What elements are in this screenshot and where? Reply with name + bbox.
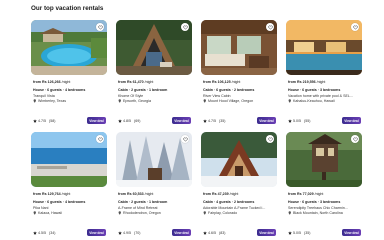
rental-rating: 4.8/5 (69) [118,119,140,123]
heart-icon [97,25,103,30]
view-deal-button[interactable]: View deal [342,229,361,236]
rental-rating: 5.0/5 (35) [288,231,310,235]
rental-specs: Cabin · 2 guests · 1 bedroom [118,88,168,92]
star-icon [33,119,37,123]
rental-photo[interactable] [286,20,362,75]
rental-photo[interactable] [31,20,107,75]
favorite-button[interactable] [266,23,274,31]
star-icon [118,231,122,235]
rental-rating: 4.5/5 (34) [33,231,55,235]
rental-photo[interactable] [201,20,277,75]
star-icon [288,119,292,123]
price-text: from Rs 61,470 /night [118,80,154,84]
pin-icon [118,211,121,215]
rental-photo[interactable] [116,20,192,75]
view-deal-button[interactable]: View deal [172,117,191,124]
price-text: from Rs 47,239 /night [203,192,239,196]
rental-name: Adorable Mountain A-Frame Tucked i... [203,206,266,210]
pin-icon [203,99,206,103]
pin-icon [33,211,36,215]
view-deal-button[interactable]: View deal [257,117,276,124]
price-text: from Rs 60,533 /night [118,192,154,196]
rental-name: Vacation home with private pool & SEL... [288,94,353,98]
rental-card[interactable]: from Rs 47,239 /night Cabin · 4 guests ·… [201,132,277,240]
view-deal-button[interactable]: View deal [87,229,106,236]
rental-photo[interactable] [286,132,362,187]
rental-card[interactable]: from Rs 219,556 /night House · 6 guests … [286,20,362,128]
price-text: from Rs 219,556 /night [288,80,326,84]
price-text: from Rs 129,764 /night [33,192,71,196]
pin-icon [33,99,36,103]
rental-grid: from Rs 126,266 /night House · 6 guests … [31,20,363,240]
pin-icon [203,211,206,215]
price-text: from Rs 126,266 /night [33,80,71,84]
heart-icon [352,25,358,30]
heart-icon [267,137,273,142]
rental-specs: House · 6 guests · 4 bedrooms [33,200,86,204]
rental-location: Wimberley, Texas [33,99,66,103]
rental-specs: Cabin · 2 guests · 1 bedroom [118,200,168,204]
rental-name: Serendipity Treehaus Chic Charmin... [288,206,348,210]
rental-location: Black Mountain, North Carolina [288,211,343,215]
heart-icon [267,25,273,30]
rental-rating: 4.7/5 (58) [33,119,55,123]
favorite-button[interactable] [181,23,189,31]
pin-icon [118,99,121,103]
star-icon [203,231,207,235]
favorite-button[interactable] [351,135,359,143]
heart-icon [352,137,358,142]
section-title: Our top vacation rentals [31,5,104,12]
rental-card[interactable]: from Rs 60,533 /night Cabin · 2 guests ·… [116,132,192,240]
rental-specs: House · 6 guests · 3 bedrooms [288,88,341,92]
rental-rating: 5.0/5 (55) [288,119,310,123]
rental-name: Tranquil Vista [33,94,55,98]
rental-card[interactable]: from Rs 129,764 /night House · 6 guests … [31,132,107,240]
rental-location: Mount Hood Village, Oregon [203,99,253,103]
favorite-button[interactable] [181,135,189,143]
rental-photo[interactable] [201,132,277,187]
view-deal-button[interactable]: View deal [87,117,106,124]
star-icon [288,231,292,235]
favorite-button[interactable] [96,23,104,31]
favorite-button[interactable] [266,135,274,143]
heart-icon [182,137,188,142]
heart-icon [97,137,103,142]
pin-icon [288,99,291,103]
rental-name: Khome Of Style [118,94,144,98]
view-deal-button[interactable]: View deal [257,229,276,236]
rental-card[interactable]: from Rs 77,029 /night House · 6 guests ·… [286,132,362,240]
star-icon [203,119,207,123]
rental-specs: House · 6 guests · 4 bedrooms [33,88,86,92]
rental-location: Fairplay, Colorado [203,211,237,215]
rental-rating: 4.7/5 (35) [203,119,225,123]
favorite-button[interactable] [351,23,359,31]
price-text: from Rs 106,125 /night [203,80,241,84]
star-icon [118,119,122,123]
favorite-button[interactable] [96,135,104,143]
rental-card[interactable]: from Rs 126,266 /night House · 6 guests … [31,20,107,128]
rental-specs: Cabin · 6 guests · 2 bedrooms [203,88,255,92]
view-deal-button[interactable]: View deal [172,229,191,236]
price-text: from Rs 77,029 /night [288,192,324,196]
rental-photo[interactable] [116,132,192,187]
rental-rating: 4.9/5 (70) [118,231,140,235]
rental-name: River View Cabin [203,94,231,98]
rental-card[interactable]: from Rs 106,125 /night Cabin · 6 guests … [201,20,277,128]
pin-icon [288,211,291,215]
rental-location: Rhododendron, Oregon [118,211,161,215]
rental-specs: Cabin · 4 guests · 2 bedrooms [203,200,255,204]
rental-location: Kalaoa, Hawaii [33,211,62,215]
star-icon [33,231,37,235]
rental-location: Epworth, Georgia [118,99,151,103]
rental-name: Pika Nani [33,206,49,210]
rental-location: Kahaluu-Keauhou, Hawaii [288,99,335,103]
heart-icon [182,25,188,30]
rental-card[interactable]: from Rs 61,470 /night Cabin · 2 guests ·… [116,20,192,128]
rental-rating: 4.6/5 (83) [203,231,225,235]
rental-name: A-Frame of Mind Retreat [118,206,158,210]
rental-photo[interactable] [31,132,107,187]
rental-specs: House · 6 guests · 3 bedrooms [288,200,341,204]
view-deal-button[interactable]: View deal [342,117,361,124]
